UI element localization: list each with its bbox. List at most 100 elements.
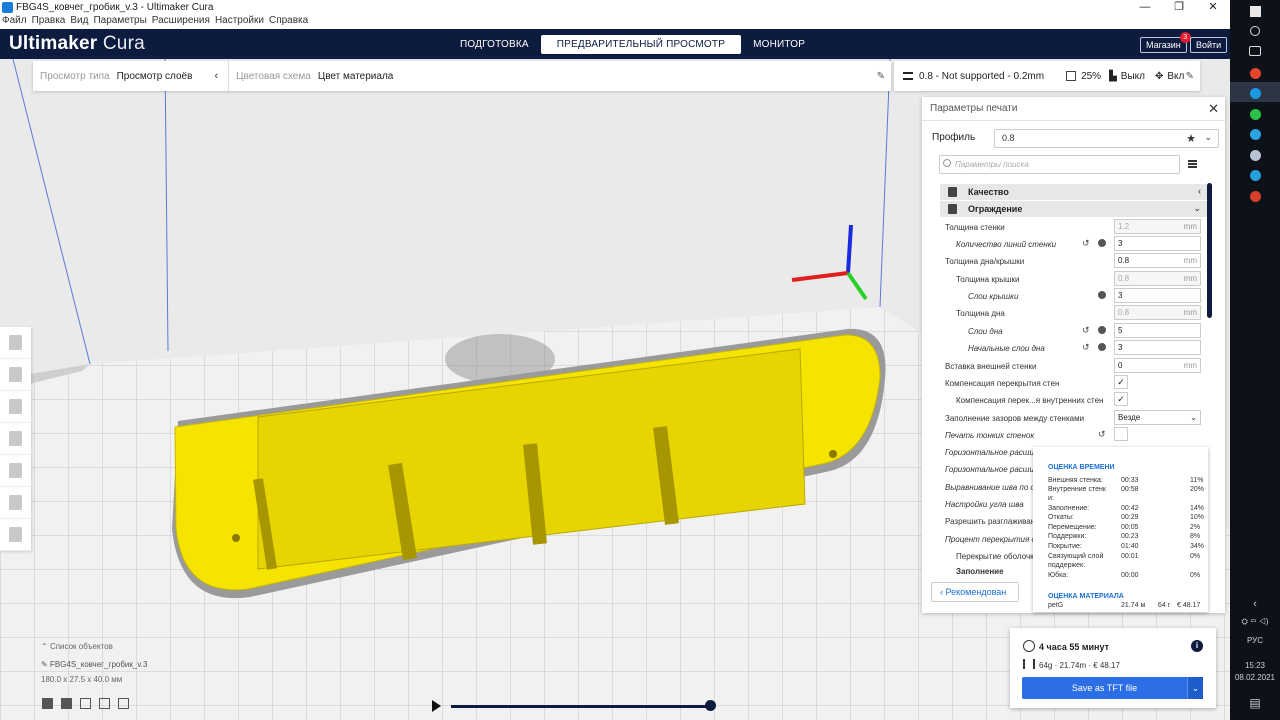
reset-icon[interactable]: ↺ bbox=[1082, 342, 1090, 353]
save-button[interactable]: Save as TFT file bbox=[1022, 677, 1187, 699]
settings-search-input[interactable]: Параметры поиска bbox=[939, 155, 1180, 174]
maximize-button[interactable]: ❐ bbox=[1162, 0, 1196, 15]
view-type-select[interactable]: Просмотр слоёв bbox=[117, 71, 193, 82]
time-row-pct: 8% bbox=[1190, 533, 1201, 540]
cura-taskbar-icon[interactable] bbox=[1250, 88, 1261, 99]
clock-date[interactable]: 08.02.2021 bbox=[1230, 673, 1280, 682]
time-row-pct: 34% bbox=[1190, 543, 1205, 550]
top-bottom-thickness-input[interactable]: 0.8 mm bbox=[1114, 253, 1201, 268]
play-icon[interactable] bbox=[432, 700, 441, 712]
scale-icon bbox=[9, 367, 22, 382]
star-icon[interactable]: ★ bbox=[1186, 132, 1196, 145]
print-setup-selector[interactable]: 0.8 - Not supported - 0.2mm 25% ▙ Выкл ✥… bbox=[894, 61, 1200, 91]
pencil-icon[interactable]: ✎ bbox=[877, 71, 885, 82]
close-icon[interactable]: ✕ bbox=[1208, 101, 1219, 117]
fill-gaps-select[interactable]: Везде ⌄ bbox=[1114, 410, 1201, 425]
chrome-icon[interactable] bbox=[1250, 68, 1261, 79]
custom-supports-tool[interactable] bbox=[0, 519, 31, 551]
brand-product: Cura bbox=[97, 33, 145, 54]
wall-thickness-input[interactable]: 1.2 mm bbox=[1114, 219, 1201, 234]
tab-preview[interactable]: ПРЕДВАРИТЕЛЬНЫЙ ПРОСМОТР bbox=[540, 35, 742, 54]
telegram-icon[interactable] bbox=[1250, 129, 1261, 140]
setting-bottom-thickness: Толщина дна 0.8 mm bbox=[922, 305, 1208, 322]
windows-start-icon[interactable] bbox=[1250, 6, 1261, 17]
initial-bottom-layers-input[interactable]: 3 bbox=[1114, 340, 1201, 355]
wall-overlap-checkbox[interactable]: ✓ bbox=[1114, 375, 1128, 389]
menu-settings[interactable]: Параметры bbox=[93, 15, 146, 29]
scale-tool[interactable] bbox=[0, 359, 31, 391]
signin-button[interactable]: Войти bbox=[1190, 37, 1228, 53]
wall-line-count-input[interactable]: 3 bbox=[1114, 236, 1201, 251]
chevron-left-icon[interactable]: ‹ bbox=[214, 70, 218, 82]
category-quality[interactable]: Качество ‹ bbox=[940, 184, 1207, 200]
settings-menu-icon[interactable] bbox=[1188, 160, 1197, 168]
reset-icon[interactable]: ↺ bbox=[1082, 238, 1090, 249]
category-shell[interactable]: Ограждение ⌄ bbox=[940, 201, 1207, 217]
left-view-icon[interactable] bbox=[99, 698, 110, 709]
category-label: Качество bbox=[968, 187, 1009, 197]
pencil-icon[interactable]: ✎ bbox=[1186, 71, 1194, 82]
front-view-icon[interactable] bbox=[61, 698, 72, 709]
clock-time[interactable]: 15:23 bbox=[1230, 661, 1280, 670]
minimize-button[interactable]: — bbox=[1128, 0, 1162, 15]
menu-file[interactable]: Файл bbox=[2, 15, 27, 29]
tab-prepare[interactable]: ПОДГОТОВКА bbox=[448, 35, 541, 54]
color-scheme-select[interactable]: Цвет материала bbox=[318, 71, 394, 82]
outer-wall-inset-input[interactable]: 0 mm bbox=[1114, 358, 1201, 373]
menu-edit[interactable]: Правка bbox=[32, 15, 66, 29]
whatsapp-icon[interactable] bbox=[1250, 109, 1261, 120]
top-layers-input[interactable]: 3 bbox=[1114, 288, 1201, 303]
mirror-tool[interactable] bbox=[0, 423, 31, 455]
steam-icon[interactable] bbox=[1250, 150, 1261, 161]
close-window-button[interactable]: ✕ bbox=[1196, 0, 1230, 15]
chevron-down-icon: ⌄ bbox=[1193, 203, 1201, 213]
info-icon[interactable]: i bbox=[1191, 640, 1203, 652]
rotate-tool[interactable] bbox=[0, 391, 31, 423]
thin-walls-checkbox[interactable] bbox=[1114, 427, 1128, 441]
layer-slider-handle[interactable] bbox=[705, 700, 716, 711]
support-blocker-tool[interactable] bbox=[0, 487, 31, 519]
right-view-icon[interactable] bbox=[118, 698, 129, 709]
profile-select[interactable]: 0.8 ★ ⌄ bbox=[994, 129, 1219, 148]
notifications-icon[interactable]: ▤ bbox=[1230, 696, 1280, 710]
object-list-toggle[interactable]: ⌃ Список объектов bbox=[41, 642, 147, 651]
menu-extensions[interactable]: Расширения bbox=[152, 15, 210, 29]
search-icon[interactable] bbox=[1250, 26, 1260, 36]
menu-help[interactable]: Справка bbox=[269, 15, 308, 29]
per-model-settings-tool[interactable] bbox=[0, 455, 31, 487]
tray-icons[interactable]: ⛭ ▭ ◁) bbox=[1230, 617, 1280, 627]
menu-view[interactable]: Вид bbox=[70, 15, 88, 29]
chevron-up-icon[interactable]: ‹ bbox=[1230, 598, 1280, 610]
3d-view-icon[interactable] bbox=[42, 698, 53, 709]
reset-icon[interactable]: ↺ bbox=[1098, 429, 1106, 440]
app-header: Ultimaker Cura ПОДГОТОВКА ПРЕДВАРИТЕЛЬНЫ… bbox=[0, 29, 1230, 59]
setting-wall-overlap-comp: Компенсация перекрытия стен ✓ bbox=[922, 375, 1208, 392]
edge-icon[interactable] bbox=[1250, 170, 1261, 181]
bottom-layers-input[interactable]: 5 bbox=[1114, 323, 1201, 338]
reset-icon[interactable]: ↺ bbox=[1082, 325, 1090, 336]
setting-inner-wall-overlap-comp: Компенсация перек...я внутренних стен ✓ bbox=[922, 392, 1208, 409]
bottom-thickness-input[interactable]: 0.8 mm bbox=[1114, 305, 1201, 320]
menu-preferences[interactable]: Настройки bbox=[215, 15, 264, 29]
time-row-name: Заполнение: bbox=[1048, 505, 1090, 512]
recommended-button[interactable]: ‹ Рекомендован bbox=[931, 582, 1019, 602]
pencil-icon[interactable]: ✎ bbox=[41, 660, 50, 669]
top-thickness-input[interactable]: 0.8 mm bbox=[1114, 271, 1201, 286]
infill-icon bbox=[1066, 71, 1077, 81]
setting-label: Вставка внешней стенки bbox=[945, 362, 1037, 371]
task-view-icon[interactable] bbox=[1249, 46, 1261, 56]
marketplace-button[interactable]: Магазин 3 bbox=[1140, 32, 1191, 53]
move-tool[interactable] bbox=[0, 327, 31, 359]
top-view-icon[interactable] bbox=[80, 698, 91, 709]
layer-slider-track[interactable] bbox=[451, 705, 712, 708]
window-titlebar: FBG4S_ковчег_гробик_v.3 - Ultimaker Cura… bbox=[0, 0, 1230, 15]
tab-monitor[interactable]: МОНИТОР bbox=[741, 35, 817, 54]
inner-wall-overlap-checkbox[interactable]: ✓ bbox=[1114, 392, 1128, 406]
setting-label: Печать тонких стенок bbox=[945, 431, 1035, 440]
search-placeholder: Параметры поиска bbox=[955, 160, 1029, 169]
brand-logo: Ultimaker Cura bbox=[9, 33, 145, 55]
save-options-dropdown[interactable]: ⌄ bbox=[1187, 677, 1203, 699]
language-indicator[interactable]: РУС bbox=[1230, 636, 1280, 645]
chrome-2-icon[interactable] bbox=[1250, 191, 1261, 202]
settings-scrollbar[interactable] bbox=[1207, 183, 1212, 318]
